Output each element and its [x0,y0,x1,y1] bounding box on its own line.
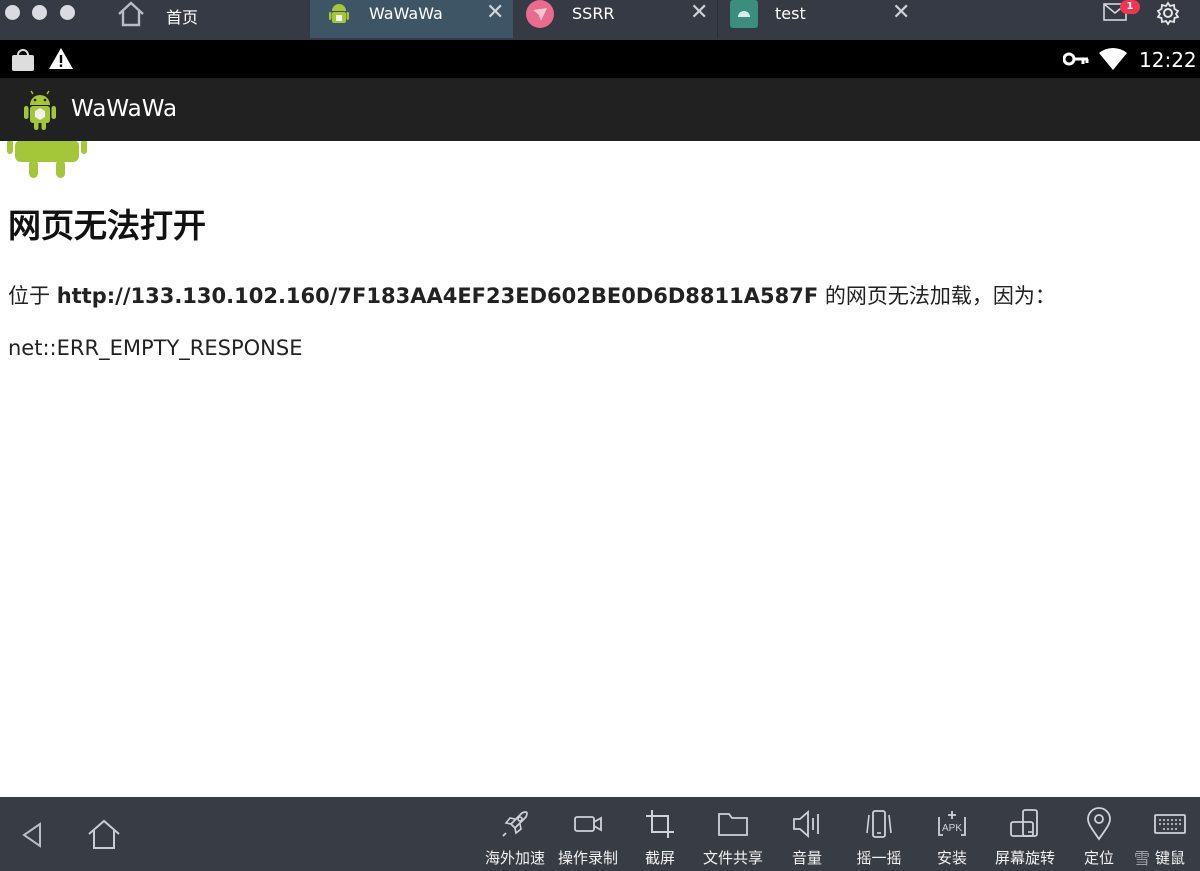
android-app-icon [730,0,758,28]
tab-label: WaWaWa [369,4,443,23]
location-pin-icon [1087,807,1111,841]
rotate-screen-icon [1010,809,1038,837]
error-code: net::ERR_EMPTY_RESPONSE [8,336,303,360]
webview-content: 网页无法打开 位于 http://133.130.102.160/7F183AA… [0,141,1200,797]
watermark: 雪 [1134,849,1151,868]
error-url[interactable]: http://133.130.102.160/7F183AA4EF23ED602… [57,284,819,308]
tab-label: 首页 [166,8,199,27]
tool-label: 屏幕旋转 [994,849,1055,867]
volume-icon [793,810,819,838]
tool-overseas-accelerate[interactable]: 海外加速 [479,807,551,869]
close-icon[interactable]: ✕ [486,2,504,24]
tool-label: 音量 [791,849,822,867]
tool-location[interactable]: 定位 [1069,807,1129,869]
close-icon[interactable]: ✕ [892,2,910,24]
android-robot-icon [7,141,87,178]
video-camera-icon [574,816,602,832]
svg-text:APK: APK [942,823,962,834]
status-time: 12:22 [1139,48,1197,72]
window-minimize-dot[interactable] [32,5,47,20]
tab-test[interactable]: test ✕ [718,0,921,38]
error-description-suffix: 的网页无法加载，因为： [818,284,1056,308]
tool-screenshot[interactable]: 截屏 [630,807,690,869]
warning-icon [49,48,73,69]
tool-file-share[interactable]: 文件共享 [697,807,769,869]
gear-icon[interactable] [1155,0,1181,26]
tab-wawawa[interactable]: WaWaWa ✕ [310,0,513,38]
tab-ssrr[interactable]: SSRR ✕ [514,0,717,38]
vpn-key-icon [1063,52,1089,66]
app-title: WaWaWa [71,96,178,122]
back-icon[interactable] [14,817,50,853]
keyboard-icon [1154,814,1186,834]
tool-record[interactable]: 操作录制 [552,807,624,869]
tool-label: 摇一摇 [856,849,902,867]
notification-badge: 1 [1120,0,1140,14]
close-icon[interactable]: ✕ [690,2,708,24]
emulator-titlebar: 首页 WaWaWa ✕ SSRR ✕ test ✕ 1 [0,0,1200,40]
tool-label: 文件共享 [702,849,763,867]
tool-label: 键鼠 [1154,849,1185,867]
error-description: 位于 http://133.130.102.160/7F183AA4EF23ED… [8,280,1056,310]
rocket-icon [502,811,528,837]
tool-volume[interactable]: 音量 [777,807,837,869]
page-title: 网页无法打开 [8,206,206,245]
emulator-toolbar: 海外加速 操作录制 截屏 文件共享 音量 摇一摇 APK 安装 屏幕旋转 定位 … [0,797,1200,871]
tool-label: 海外加速 [484,849,545,867]
tool-install[interactable]: APK 安装 [922,807,982,869]
shake-icon [866,810,892,838]
tab-home[interactable]: 首页 [105,0,310,38]
shopping-bag-icon [12,49,34,71]
tool-label: 定位 [1083,849,1114,867]
apk-install-icon: APK [938,811,966,836]
tab-label: SSRR [572,4,615,23]
app-action-bar: WaWaWa [0,78,1200,141]
folder-icon [718,813,748,836]
tool-label: 安装 [936,849,967,867]
tool-label: 操作录制 [557,849,618,867]
window-close-dot[interactable] [5,5,20,20]
window-maximize-dot[interactable] [60,5,75,20]
android-app-icon [329,4,349,23]
paper-plane-icon [526,0,554,28]
android-app-icon [24,90,56,130]
wifi-icon [1099,47,1127,70]
home-icon [118,1,144,27]
tool-label: 截屏 [644,849,675,867]
crop-icon [646,810,674,838]
error-description-prefix: 位于 [8,284,57,308]
android-status-bar: 12:22 [0,40,1200,78]
tool-rotate-screen[interactable]: 屏幕旋转 [989,807,1061,869]
home-icon[interactable] [86,817,122,853]
tab-label: test [775,4,806,23]
tool-shake[interactable]: 摇一摇 [849,807,909,869]
